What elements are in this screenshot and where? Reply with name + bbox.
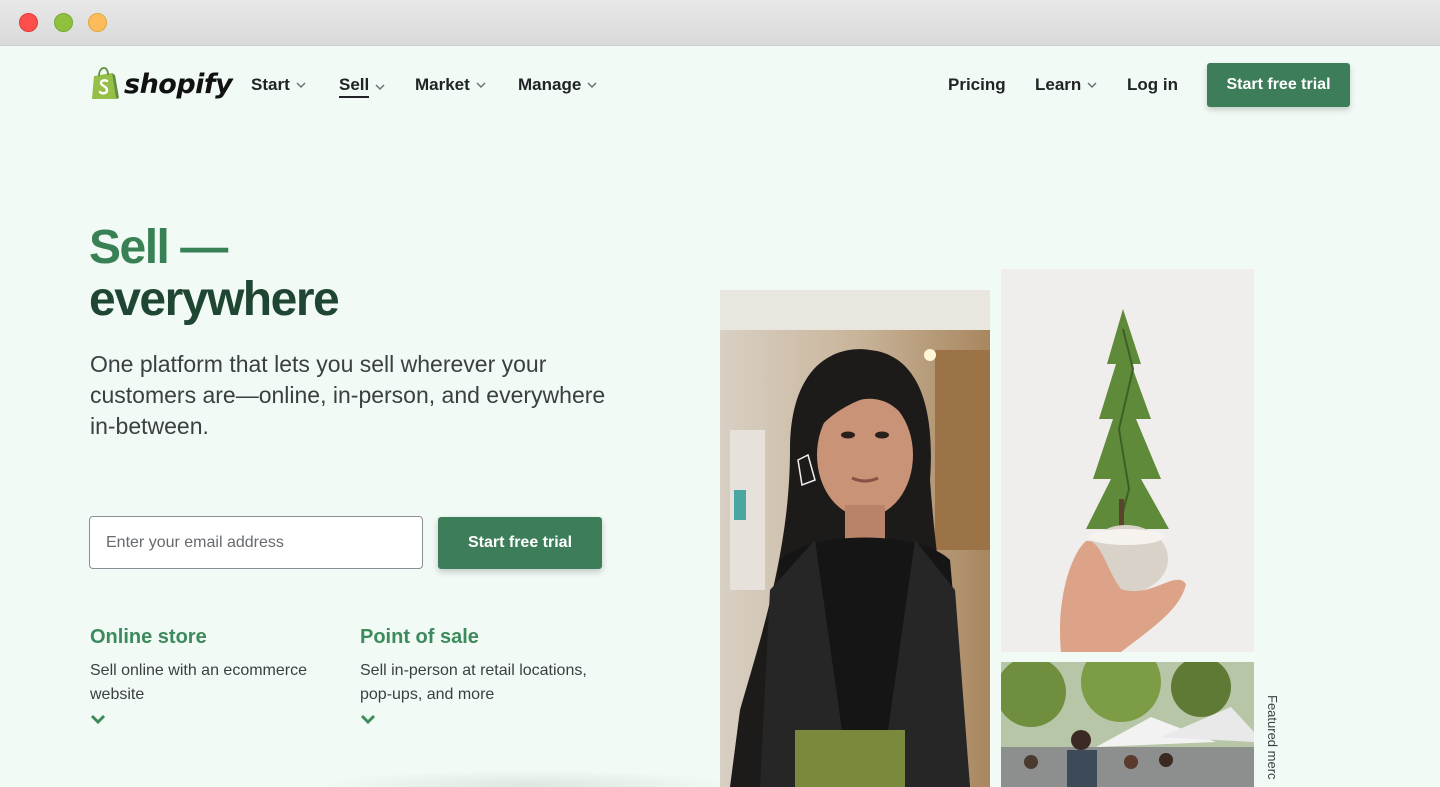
nav-start-label: Start <box>251 75 290 94</box>
hero-subtitle: One platform that lets you sell wherever… <box>90 351 606 439</box>
nav-market-label: Market <box>415 75 470 94</box>
nav-manage[interactable]: Manage <box>518 75 597 95</box>
nav-pricing-label: Pricing <box>948 75 1006 94</box>
minimize-window-button[interactable] <box>54 13 73 32</box>
nav-market[interactable]: Market <box>415 75 486 95</box>
shopify-logo[interactable]: shopify <box>90 66 233 102</box>
nav-learn-label: Learn <box>1035 75 1082 94</box>
nav-manage-label: Manage <box>518 75 582 94</box>
header-start-free-trial-button[interactable]: Start free trial <box>1207 63 1350 107</box>
feature-title: Online store <box>90 626 207 648</box>
chevron-down-icon <box>587 82 597 89</box>
hero-start-free-trial-button[interactable]: Start free trial <box>438 517 602 569</box>
top-navigation: shopify Start Sell Market Manage Pricing… <box>0 46 1440 126</box>
nav-sell-label: Sell <box>339 75 370 98</box>
merchant-portrait-image <box>720 290 990 787</box>
section-shadow <box>320 770 740 787</box>
nav-login-label: Log in <box>1127 75 1178 94</box>
shopping-bag-logo-icon <box>92 67 119 99</box>
market-scene-image <box>1001 662 1254 787</box>
nav-login-link[interactable]: Log in <box>1127 75 1178 95</box>
nav-sell[interactable]: Sell <box>339 75 385 98</box>
brand-name: shopify <box>124 68 233 100</box>
nav-start[interactable]: Start <box>251 75 306 95</box>
feature-description: Sell online with an ecommerce website <box>90 662 307 703</box>
zoom-window-button[interactable] <box>88 13 107 32</box>
hero-title-line-2: everywhere <box>89 273 340 326</box>
nav-learn[interactable]: Learn <box>1035 75 1097 95</box>
feature-description: Sell in-person at retail locations, pop-… <box>360 662 587 703</box>
browser-window: shopify Start Sell Market Manage Pricing… <box>0 0 1440 787</box>
chevron-down-icon <box>1087 82 1097 89</box>
chevron-down-icon[interactable] <box>360 713 376 725</box>
chevron-down-icon <box>476 82 486 89</box>
window-titlebar <box>0 0 1440 46</box>
email-input[interactable] <box>89 516 423 569</box>
chevron-down-icon <box>375 83 385 90</box>
featured-merchant-caption: Featured merc <box>1265 695 1280 780</box>
chevron-down-icon[interactable] <box>90 713 106 725</box>
feature-online-store: Online store Sell online with an ecommer… <box>90 626 340 725</box>
hero-title-line-1: Sell — <box>89 221 228 274</box>
feature-title: Point of sale <box>360 626 479 648</box>
nav-pricing-link[interactable]: Pricing <box>948 75 1006 95</box>
plant-product-image <box>1001 269 1254 652</box>
close-window-button[interactable] <box>19 13 38 32</box>
chevron-down-icon <box>296 82 306 89</box>
feature-point-of-sale: Point of sale Sell in-person at retail l… <box>360 626 610 725</box>
